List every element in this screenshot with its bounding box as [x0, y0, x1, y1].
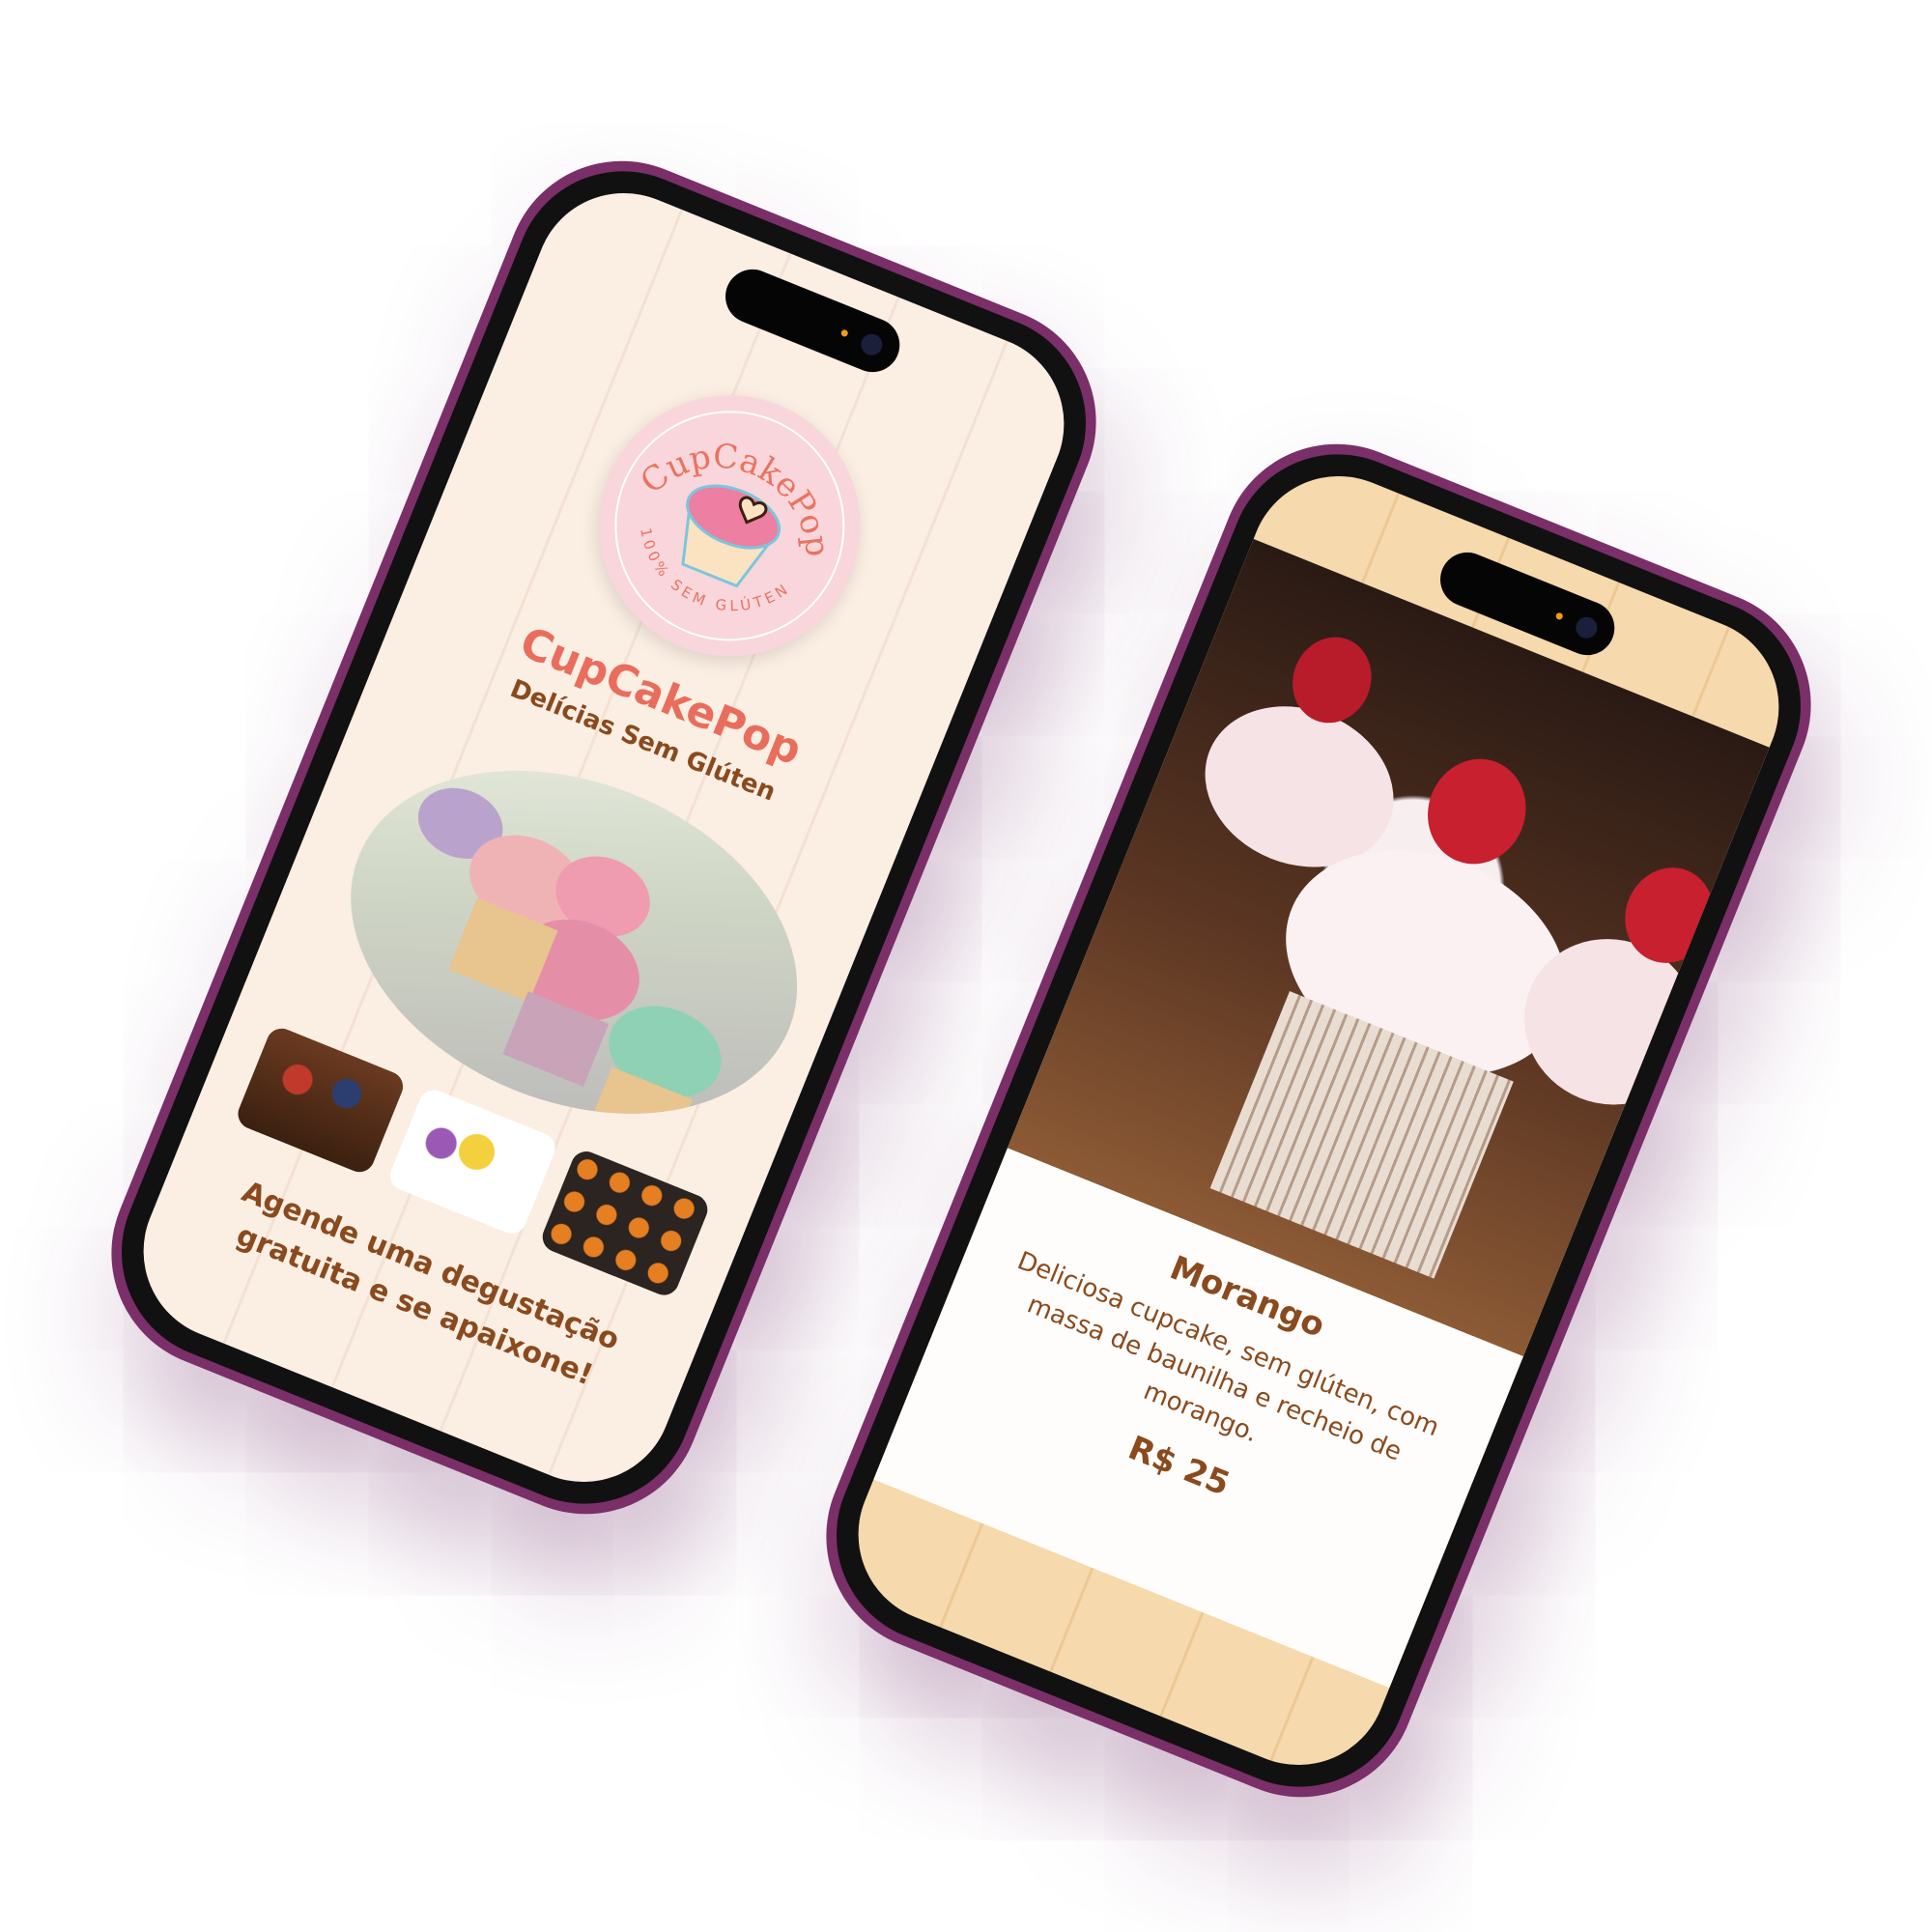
- thumbnail-3[interactable]: [537, 1147, 713, 1300]
- brand-logo: CupCakePop 100% SEM GLÚTEN: [559, 355, 900, 696]
- dynamic-island: [717, 261, 908, 381]
- camera-icon: [1573, 613, 1601, 642]
- camera-icon: [858, 330, 886, 359]
- thumbnail-2[interactable]: [385, 1085, 560, 1238]
- thumbnail-1[interactable]: [233, 1023, 408, 1178]
